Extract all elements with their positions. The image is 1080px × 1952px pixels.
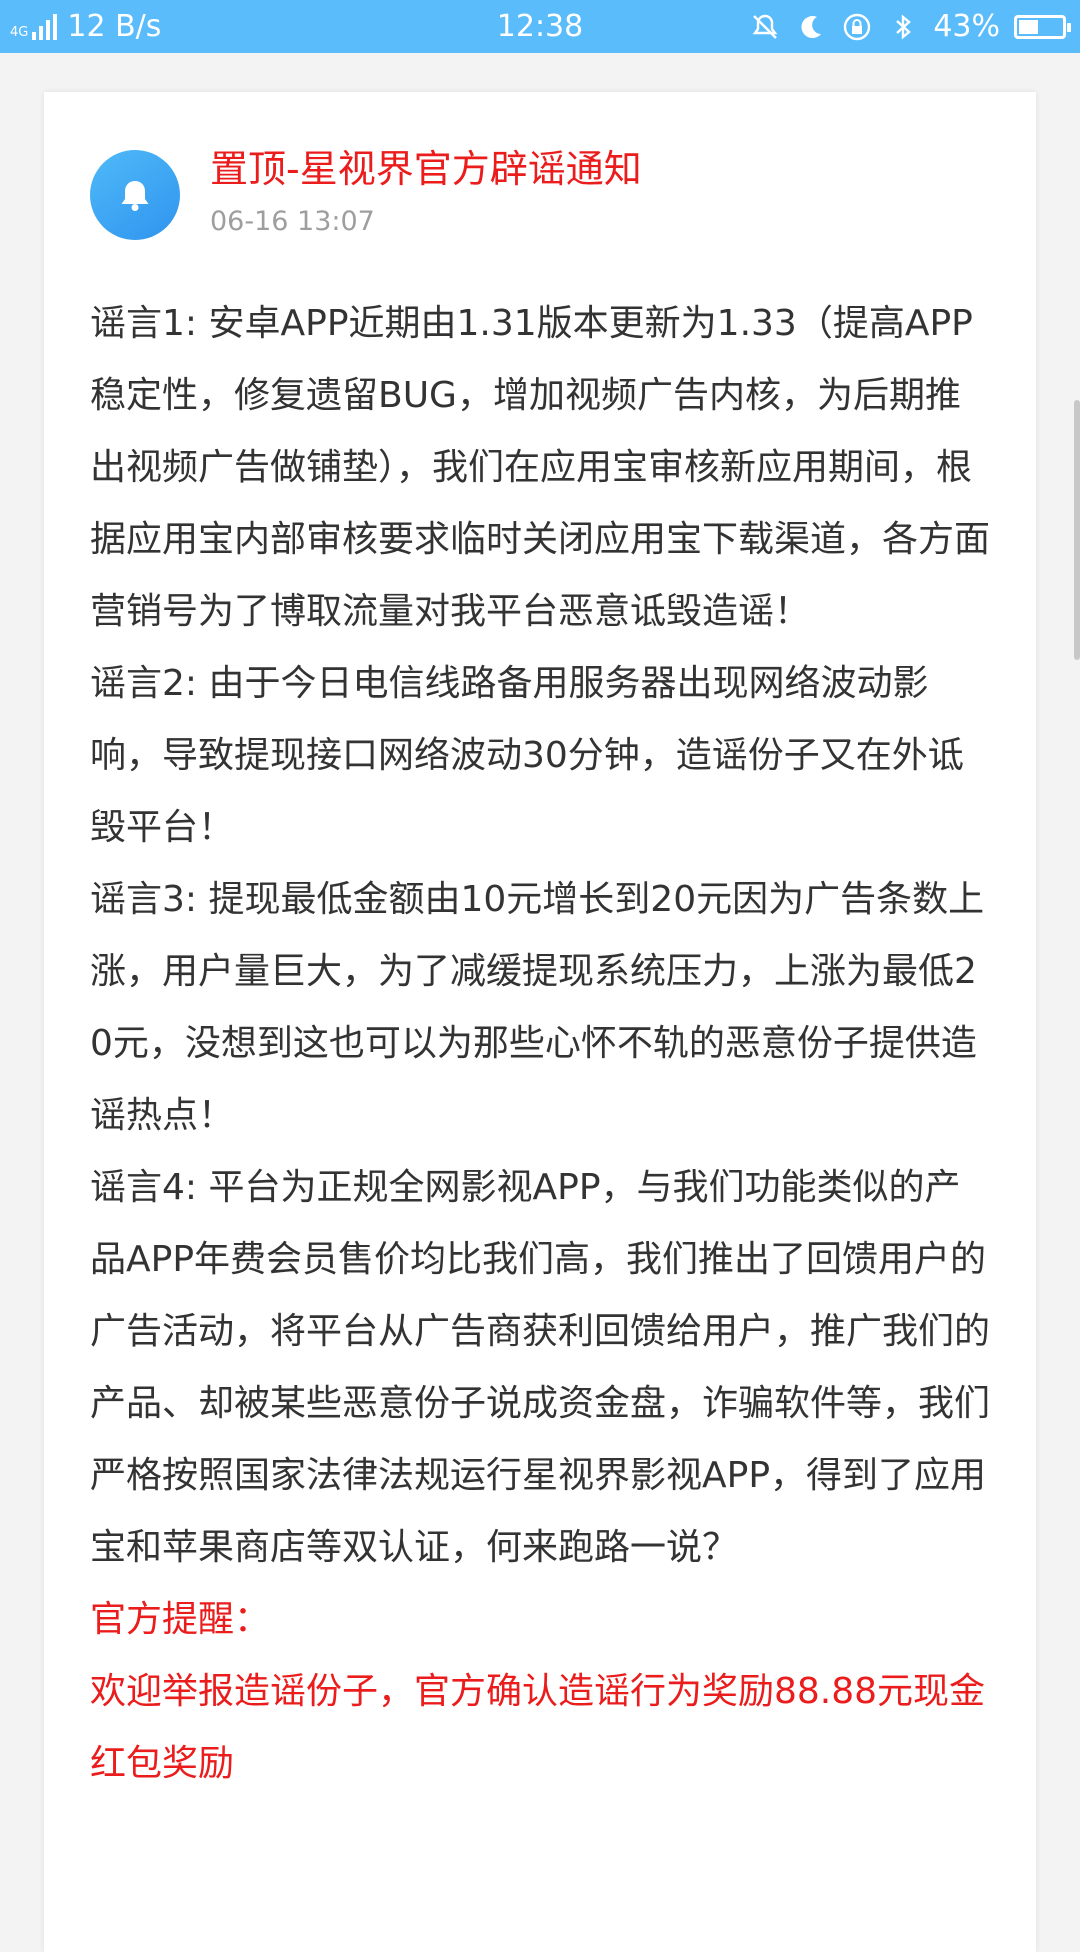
rumor-paragraph-3: 谣言3: 提现最低金额由10元增长到20元因为广告条数上涨，用户量巨大，为了减缓…	[90, 879, 985, 1136]
rumor-paragraph-2: 谣言2: 由于今日电信线路备用服务器出现网络波动影响，导致提现接口网络波动30分…	[90, 663, 964, 848]
official-reminder-text: 欢迎举报造谣份子，官方确认造谣行为奖励88.88元现金红包奖励	[90, 1671, 986, 1784]
scrollbar[interactable]	[1074, 400, 1080, 660]
battery-icon	[1014, 14, 1071, 39]
clock: 12:38	[496, 9, 584, 44]
post-title: 置顶-星视界官方辟谣通知	[210, 147, 642, 191]
post-content: 谣言1: 安卓APP近期由1.31版本更新为1.33（提高APP稳定性，修复遗留…	[90, 288, 990, 1800]
post-time: 06-16 13:07	[210, 206, 375, 237]
bell-icon	[121, 181, 149, 211]
status-bar: 4G 12 B/s 12:38 43%	[0, 0, 1080, 53]
status-right: 43%	[749, 0, 1071, 53]
mute-bell-icon	[749, 11, 781, 43]
rumor-paragraph-1: 谣言1: 安卓APP近期由1.31版本更新为1.33（提高APP稳定性，修复遗留…	[90, 303, 991, 632]
rotation-lock-icon	[841, 11, 873, 43]
bluetooth-icon	[887, 11, 919, 43]
moon-icon	[795, 11, 827, 43]
official-reminder-label: 官方提醒：	[90, 1599, 271, 1640]
battery-percent: 43%	[933, 9, 1000, 44]
notice-card: 置顶-星视界官方辟谣通知 06-16 13:07 谣言1: 安卓APP近期由1.…	[44, 92, 1036, 1952]
rumor-paragraph-4: 谣言4: 平台为正规全网影视APP，与我们功能类似的产品APP年费会员售价均比我…	[90, 1167, 991, 1568]
battery-level	[1019, 19, 1038, 34]
notice-avatar	[90, 150, 180, 240]
